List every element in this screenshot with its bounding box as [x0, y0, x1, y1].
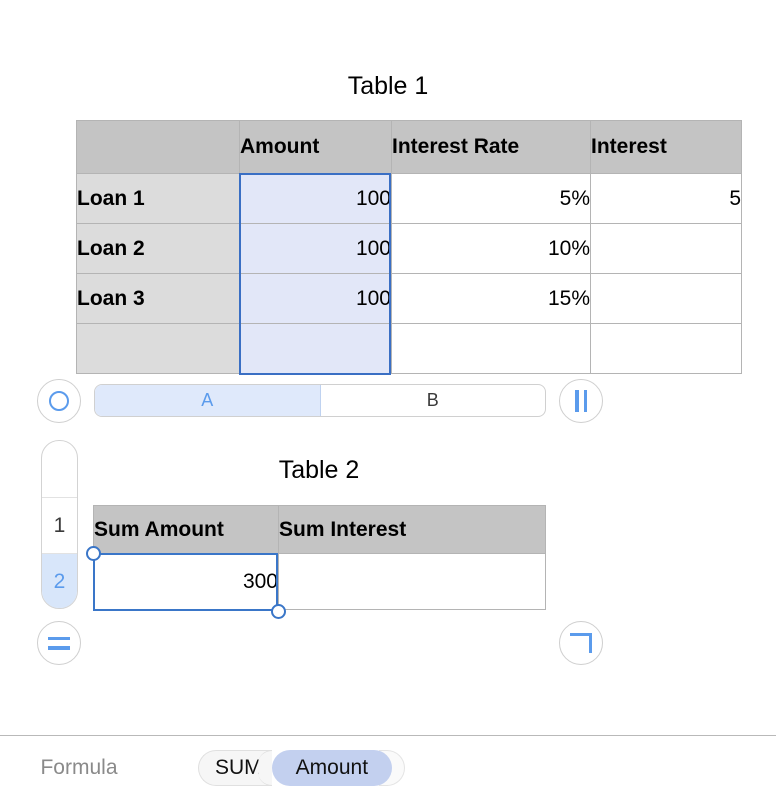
table-1-cell-rate[interactable]: 15%: [391, 273, 591, 324]
table-1-header-row: Amount Interest Rate Interest: [76, 120, 742, 174]
table-1-header-corner[interactable]: [76, 120, 240, 174]
formula-bar: Formula SUM ( Amount ): [0, 736, 776, 800]
table-1-header-interest-rate[interactable]: Interest Rate: [391, 120, 591, 174]
segment-b-label: B: [426, 390, 439, 410]
segment-a[interactable]: A: [95, 385, 321, 416]
table-1-cell-amount[interactable]: 100: [239, 173, 392, 224]
table-2[interactable]: Sum Amount Sum Interest 300: [93, 505, 546, 610]
table-1-row-label[interactable]: Loan 2: [76, 223, 240, 274]
row-gutter-cell-2[interactable]: 2: [42, 553, 77, 608]
record-button[interactable]: [37, 379, 81, 423]
formula-token-argument[interactable]: Amount: [271, 750, 393, 786]
table-2-header-sum-amount[interactable]: Sum Amount: [93, 505, 279, 554]
row-gutter-cell[interactable]: [42, 441, 77, 497]
table-row: 300: [93, 553, 546, 610]
formula-bar-label: Formula: [40, 756, 118, 779]
segment-b[interactable]: B: [321, 385, 546, 416]
segment-a-label: A: [201, 390, 214, 410]
table-1-row-label[interactable]: [76, 323, 240, 374]
table-1-header-interest[interactable]: Interest: [590, 120, 742, 174]
table-1-cell-amount[interactable]: 100: [239, 223, 392, 274]
row-gutter-cell-1[interactable]: 1: [42, 497, 77, 553]
equals-button[interactable]: [37, 621, 81, 665]
table-row: Loan 2 100 10%: [76, 223, 742, 274]
pause-icon: [575, 390, 587, 412]
table-1-cell-rate[interactable]: 10%: [391, 223, 591, 274]
corner-bracket-icon: [570, 633, 592, 653]
selection-handle-bottom-right[interactable]: [271, 604, 286, 619]
corner-bracket-button[interactable]: [559, 621, 603, 665]
table-1-title: Table 1: [347, 72, 429, 100]
table-1[interactable]: Amount Interest Rate Interest Loan 1 100…: [76, 120, 742, 374]
table-1-cell-interest[interactable]: [590, 223, 742, 274]
pause-button[interactable]: [559, 379, 603, 423]
table-1-cell-amount[interactable]: 100: [239, 273, 392, 324]
spreadsheet-canvas: Table 1 Amount Interest Rate Interest Lo…: [0, 0, 776, 800]
segmented-control[interactable]: A B: [94, 384, 546, 417]
table-1-cell-interest[interactable]: [590, 273, 742, 324]
table-1-header-amount[interactable]: Amount: [239, 120, 392, 174]
record-icon: [49, 391, 69, 411]
table-row: [76, 323, 742, 374]
table-1-cell-interest[interactable]: [590, 323, 742, 374]
table-1-row-label[interactable]: Loan 3: [76, 273, 240, 324]
formula-token-list[interactable]: SUM ( Amount ): [198, 748, 406, 788]
table-2-title: Table 2: [278, 456, 360, 484]
table-1-cell-interest[interactable]: 5: [590, 173, 742, 224]
table-1-cell-amount[interactable]: [239, 323, 392, 374]
table-2-cell-sum-amount[interactable]: 300: [93, 553, 279, 610]
table-1-cell-rate[interactable]: 5%: [391, 173, 591, 224]
table-1-cell-rate[interactable]: [391, 323, 591, 374]
table-row: Loan 1 100 5% 5: [76, 173, 742, 224]
table-2-header-row: Sum Amount Sum Interest: [93, 505, 546, 554]
table-row: Loan 3 100 15%: [76, 273, 742, 324]
selection-handle-top-left[interactable]: [86, 546, 101, 561]
table-2-cell-sum-interest[interactable]: [278, 553, 546, 610]
table-1-row-label[interactable]: Loan 1: [76, 173, 240, 224]
equals-icon: [48, 636, 70, 650]
row-number-gutter[interactable]: 1 2: [41, 440, 78, 609]
table-2-header-sum-interest[interactable]: Sum Interest: [278, 505, 546, 554]
